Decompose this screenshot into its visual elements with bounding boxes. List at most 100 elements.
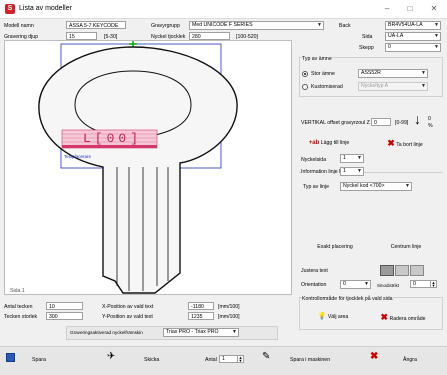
- choose-area-button[interactable]: 💡 Välj area: [303, 310, 363, 323]
- spacing-label: Sinodistrikt: [377, 283, 400, 288]
- add-line-label: Lägg till linje: [320, 140, 350, 146]
- engraved-key-code[interactable]: L[00]: [83, 130, 157, 148]
- side-value: UA-LA: [388, 33, 404, 39]
- chevron-down-icon: ▼: [357, 168, 362, 174]
- count-label: Antal: [205, 357, 217, 363]
- char-count-input[interactable]: 10: [46, 302, 83, 310]
- engraving-depth-input[interactable]: 15: [66, 32, 97, 40]
- back-select[interactable]: BR4V54UA-LA ▼: [385, 21, 441, 30]
- window-title: Lista av modeller: [19, 5, 72, 12]
- y-position-input[interactable]: 1235: [188, 312, 214, 320]
- radio-custom-blank[interactable]: [302, 84, 308, 90]
- vertical-offset-label: VERTIKAL offset gravyrzoul Z: [301, 120, 370, 126]
- engraving-group-select[interactable]: Med UNICODE F SERIES ▼: [189, 21, 324, 30]
- radio-custom-label: Kustomiserad: [311, 84, 343, 90]
- text-placer-label: Textplacerare: [64, 154, 92, 159]
- key-thickness-input[interactable]: 280: [189, 32, 230, 40]
- machine-value: Triax PRO: [166, 329, 191, 335]
- control-area-title: Kontrollområde för tjocklek på vald sida: [302, 295, 393, 303]
- align-right-icon[interactable]: [410, 265, 424, 276]
- step-value: 0: [388, 44, 391, 50]
- x-position-input[interactable]: -1180: [188, 302, 214, 310]
- standard-blank-select[interactable]: ASS52R ▼: [358, 69, 428, 78]
- line-type-label: Typ av linje: [303, 184, 329, 190]
- align-center-icon[interactable]: [395, 265, 409, 276]
- maximize-button[interactable]: □: [400, 2, 420, 16]
- y-position-label: Y-Position av vald text: [102, 314, 153, 320]
- key-side-select[interactable]: 1 ▼: [340, 154, 364, 163]
- undo-x-icon[interactable]: ✖: [370, 351, 378, 363]
- x-position-unit: [mm/100]: [218, 304, 240, 310]
- chevron-down-icon: ▼: [364, 281, 369, 287]
- undo-button[interactable]: Ångra: [403, 356, 417, 364]
- vertical-offset-input[interactable]: 0: [371, 118, 391, 126]
- side-label: Sida: [362, 34, 373, 40]
- vertical-offset-range: [0-99]: [395, 120, 409, 126]
- y-position-unit: [mm/100]: [218, 314, 240, 320]
- minimize-button[interactable]: –: [377, 2, 397, 16]
- spinner-arrows-icon: ▲ ▼: [237, 355, 243, 363]
- align-left-icon[interactable]: [380, 265, 394, 276]
- spacing-stepper[interactable]: 0 ▲ ▼: [410, 280, 437, 288]
- char-size-input[interactable]: 300: [46, 312, 83, 320]
- delete-x-icon: ✖: [380, 312, 389, 322]
- exact-placement-button[interactable]: Exakt placering: [301, 240, 369, 253]
- radio-standard-label: Stor ämne: [311, 71, 335, 77]
- count-value: 1: [222, 356, 225, 362]
- machine-select[interactable]: Triax PRO - Triax PRO ▼: [163, 328, 239, 337]
- char-size-label: Tecken storlek: [4, 314, 38, 320]
- machine-label: Graveringsaktiverad nyckelfrämskin: [70, 330, 143, 335]
- orientation-label: Orientation: [301, 282, 327, 288]
- key-side-label: Nyckelsida: [301, 157, 327, 163]
- info-line-value: 1: [343, 168, 346, 174]
- send-button[interactable]: Skicka: [144, 356, 159, 364]
- remove-x-icon: ✖: [387, 138, 395, 148]
- x-position-label: X-Position av vald text: [102, 304, 154, 310]
- app-logo-icon: S: [5, 4, 15, 14]
- delete-area-label: Radera område: [389, 316, 426, 322]
- info-line-select[interactable]: 1 ▼: [340, 167, 364, 176]
- chevron-down-icon: ▼: [434, 33, 439, 39]
- standard-blank-value: ASS52R: [361, 70, 381, 76]
- add-line-icon: +ab: [308, 140, 320, 146]
- remove-line-label: Ta bort linje: [396, 142, 423, 148]
- line-type-select[interactable]: Nyckel kod <700> ▼: [340, 182, 412, 191]
- engraving-group-value: Med UNICODE F SERIES: [192, 22, 253, 28]
- blank-type-title: Typ av ämne: [302, 55, 332, 63]
- chevron-down-icon: ▼: [405, 183, 410, 189]
- engraving-group-label: Gravyrgrupp: [151, 23, 180, 29]
- add-line-button[interactable]: +ab Lägg till linje: [299, 136, 359, 150]
- remove-line-button[interactable]: ✖ Ta bort linje: [370, 136, 440, 150]
- save-button[interactable]: Spara: [32, 356, 46, 364]
- custom-blank-value: Nyckeltyp A: [361, 83, 389, 89]
- chevron-down-icon: ▼: [421, 70, 426, 76]
- count-stepper[interactable]: 1 ▲ ▼: [219, 355, 244, 363]
- key-drawing: [38, 41, 238, 294]
- char-count-label: Antal tecken: [4, 304, 33, 310]
- side-select[interactable]: UA-LA ▼: [385, 32, 441, 41]
- step-select[interactable]: 0 ▼: [385, 43, 441, 52]
- back-value: BR4V54UA-LA: [388, 22, 423, 28]
- choose-area-label: Välj area: [327, 314, 349, 320]
- center-line-button[interactable]: Centrum linje: [372, 240, 440, 253]
- send-icon[interactable]: ✈: [107, 351, 115, 363]
- model-name-label: Modell namn: [4, 23, 34, 29]
- spinner-arrows-icon: ▲ ▼: [430, 280, 436, 288]
- radio-standard-blank[interactable]: [302, 71, 308, 77]
- justify-label: Justera text: [301, 268, 328, 274]
- key-preview-canvas[interactable]: L[00] Textplacerare Sida 1: [4, 40, 292, 295]
- close-button[interactable]: ✕: [424, 2, 444, 16]
- model-name-input[interactable]: ASSA 5-7 KEYCODE: [66, 21, 126, 29]
- orientation-select[interactable]: 0 ▼: [340, 280, 371, 289]
- delete-area-button[interactable]: ✖ Radera område: [367, 310, 439, 323]
- title-bar: S Lista av modeller – □ ✕: [0, 0, 447, 19]
- arrow-down-icon: ↓: [414, 111, 421, 127]
- save-in-machine-button[interactable]: Spara i maskinen: [290, 356, 330, 364]
- spacing-value: 0: [413, 281, 416, 287]
- save-floppy-icon[interactable]: [6, 353, 15, 362]
- key-outline: [38, 46, 238, 294]
- chevron-down-icon: ▼: [232, 329, 237, 335]
- machine-value-secondary: Triax PRO: [194, 329, 219, 335]
- save-machine-icon[interactable]: ✎: [262, 351, 270, 363]
- vertical-arrow-unit: %: [428, 123, 433, 129]
